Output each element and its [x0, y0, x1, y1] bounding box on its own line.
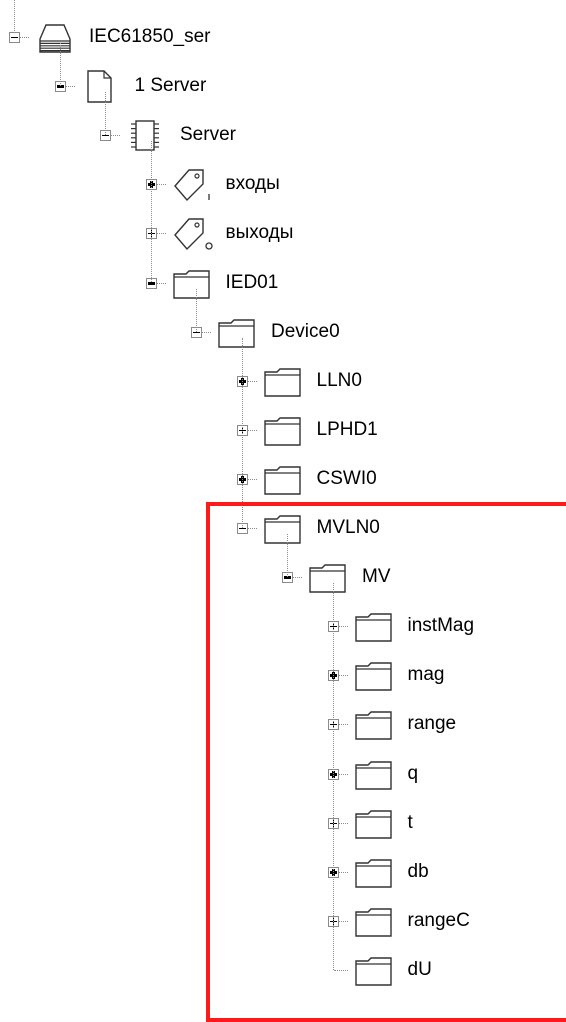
folder-icon [353, 706, 397, 747]
tree-item-label: входы [225, 173, 280, 195]
tree-connector [332, 583, 334, 970]
folder-icon [262, 461, 306, 502]
tree-item-label: mag [407, 664, 445, 686]
tree-item-label: MV [362, 566, 391, 588]
tree-row[interactable]: IEC61850_ser [0, 19, 560, 55]
tree-connector [333, 969, 348, 971]
tree-item-label: t [407, 811, 413, 833]
tree-row[interactable]: Server [0, 117, 560, 153]
tree-row[interactable]: dU [0, 952, 560, 988]
tree-connector [14, 0, 15, 31]
folder-icon [353, 756, 397, 797]
tree-row[interactable]: range [0, 706, 560, 742]
tree-item-label: выходы [225, 222, 294, 244]
folder-icon [262, 363, 306, 404]
tree-item-label: 1 Server [134, 75, 207, 97]
tree-item-label: Device0 [271, 320, 340, 342]
folder-icon [353, 854, 397, 895]
tree-row[interactable]: mag [0, 657, 560, 693]
tree-row[interactable]: MV [0, 559, 560, 595]
tree-connector [196, 288, 197, 332]
folder-icon [353, 805, 397, 846]
tree-row[interactable]: LLN0 [0, 363, 560, 399]
tree-row[interactable]: Device0 [0, 314, 560, 350]
tree-connector [105, 92, 106, 136]
tree-item-label: LPHD1 [316, 418, 378, 440]
tree-item-label: LLN0 [316, 369, 362, 391]
tree-row[interactable]: входы [0, 166, 560, 202]
tree-item-label: q [407, 762, 419, 784]
folder-icon [171, 265, 215, 306]
folder-icon [353, 903, 397, 944]
folder-icon [262, 412, 306, 453]
tree-row[interactable]: LPHD1 [0, 412, 560, 448]
tree-row[interactable]: instMag [0, 608, 560, 644]
tree-connector [287, 534, 288, 578]
tree-connector [150, 141, 152, 283]
tree-item-label: range [407, 713, 457, 735]
tree-item-label: rangeC [407, 909, 470, 931]
collapse-icon[interactable] [9, 32, 20, 43]
folder-icon [353, 657, 397, 698]
folder-icon [353, 608, 397, 649]
tree-item-label: instMag [407, 615, 475, 637]
tree-item-label: CSWI0 [316, 467, 377, 489]
tag-input-icon [171, 166, 215, 207]
tree-view: IEC61850_ser 1 Server Server входы выходы IED… [0, 0, 566, 998]
folder-icon [307, 559, 351, 600]
tag-output-icon [171, 215, 215, 256]
tree-row[interactable]: IED01 [0, 265, 560, 301]
stack-icon [34, 19, 78, 60]
tree-row[interactable]: CSWI0 [0, 461, 560, 497]
chip-icon [125, 117, 169, 158]
folder-icon [353, 952, 397, 993]
tree-row[interactable]: MVLN0 [0, 510, 560, 546]
tree-item-label: IED01 [225, 271, 279, 293]
tree-item-label: Server [180, 124, 236, 146]
tree-row[interactable]: q [0, 756, 560, 792]
tree-row[interactable]: rangeC [0, 903, 560, 939]
tree-row[interactable]: db [0, 854, 560, 890]
document-icon [80, 68, 124, 109]
tree-item-label: db [407, 860, 429, 882]
tree-row[interactable]: 1 Server [0, 68, 560, 104]
tree-row[interactable]: t [0, 805, 560, 841]
tree-row[interactable]: выходы [0, 215, 560, 251]
tree-connector [59, 43, 61, 87]
folder-icon [216, 314, 260, 355]
folder-icon [262, 510, 306, 551]
tree-item-label: dU [407, 958, 432, 980]
tree-item-label: IEC61850_ser [89, 26, 211, 47]
tree-connector [241, 337, 243, 528]
tree-item-label: MVLN0 [316, 517, 380, 538]
